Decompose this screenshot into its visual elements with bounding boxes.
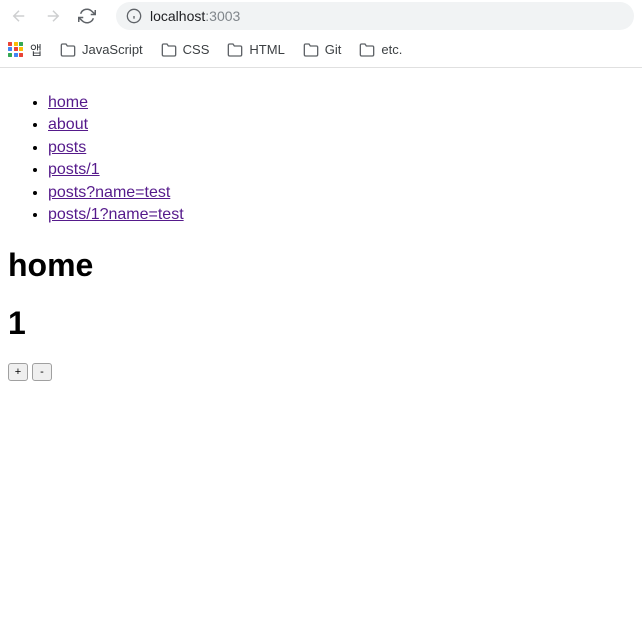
page-title: home: [8, 247, 634, 284]
nav-link-posts-1-query[interactable]: posts/1?name=test: [48, 206, 184, 223]
folder-icon: [359, 42, 375, 58]
reload-icon: [78, 7, 96, 25]
nav-link-posts[interactable]: posts: [48, 139, 86, 156]
list-item: home: [48, 92, 634, 114]
info-icon: [126, 8, 142, 24]
increment-button[interactable]: +: [8, 363, 28, 381]
nav-link-home[interactable]: home: [48, 94, 88, 111]
list-item: posts/1: [48, 159, 634, 181]
nav-link-about[interactable]: about: [48, 116, 88, 133]
browser-toolbar: localhost:3003: [0, 0, 642, 32]
page-content: home about posts posts/1 posts?name=test…: [0, 68, 642, 389]
nav-link-posts-query[interactable]: posts?name=test: [48, 184, 170, 201]
bookmark-label: Git: [325, 42, 342, 57]
url-bar[interactable]: localhost:3003: [116, 2, 634, 30]
arrow-left-icon: [10, 7, 28, 25]
bookmarks-bar: 앱 JavaScript CSS HTML Git etc.: [0, 32, 642, 68]
nav-buttons: [8, 5, 98, 27]
folder-icon: [303, 42, 319, 58]
nav-link-posts-1[interactable]: posts/1: [48, 161, 100, 178]
bookmark-folder-etc[interactable]: etc.: [359, 42, 402, 58]
counter-value: 1: [8, 305, 634, 342]
apps-button[interactable]: 앱: [8, 40, 42, 59]
bookmark-label: JavaScript: [82, 42, 143, 57]
counter-buttons: + -: [8, 363, 634, 381]
bookmark-label: HTML: [249, 42, 284, 57]
nav-list: home about posts posts/1 posts?name=test…: [48, 92, 634, 226]
list-item: posts: [48, 137, 634, 159]
bookmark-folder-css[interactable]: CSS: [161, 42, 210, 58]
bookmark-folder-git[interactable]: Git: [303, 42, 342, 58]
bookmark-label: CSS: [183, 42, 210, 57]
url-text: localhost:3003: [150, 8, 240, 24]
folder-icon: [161, 42, 177, 58]
list-item: posts/1?name=test: [48, 204, 634, 226]
folder-icon: [227, 42, 243, 58]
bookmark-label: etc.: [381, 42, 402, 57]
bookmark-folder-javascript[interactable]: JavaScript: [60, 42, 143, 58]
list-item: about: [48, 114, 634, 136]
reload-button[interactable]: [76, 5, 98, 27]
folder-icon: [60, 42, 76, 58]
apps-grid-icon: [8, 42, 24, 58]
bookmark-folder-html[interactable]: HTML: [227, 42, 284, 58]
back-button[interactable]: [8, 5, 30, 27]
apps-label: 앱: [30, 40, 42, 59]
arrow-right-icon: [44, 7, 62, 25]
forward-button[interactable]: [42, 5, 64, 27]
decrement-button[interactable]: -: [32, 363, 52, 381]
list-item: posts?name=test: [48, 182, 634, 204]
